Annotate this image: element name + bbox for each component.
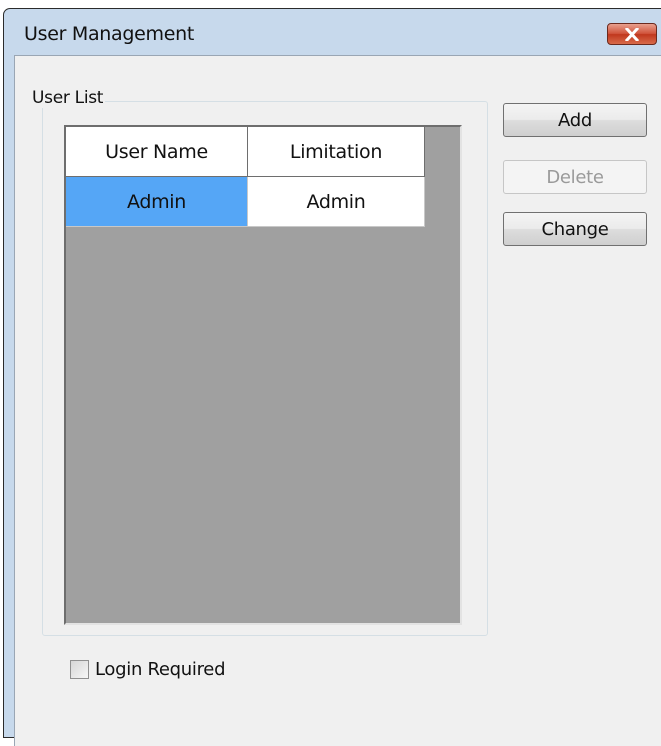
delete-button[interactable]: Delete [503,160,647,194]
title-bar[interactable]: User Management [4,9,661,55]
user-list-group-label: User List [30,88,106,108]
cell-user-name[interactable]: Admin [66,177,248,227]
login-required-checkbox[interactable] [70,660,89,679]
column-header-limitation[interactable]: Limitation [248,127,425,177]
login-required-option[interactable]: Login Required [70,659,226,680]
dialog-client-area: User List User Name Limitation Admin Adm… [14,55,661,746]
user-management-window: User Management User List User Name Limi… [3,8,661,746]
close-button[interactable] [607,23,657,45]
table-row[interactable]: Admin Admin [66,177,425,227]
user-list-grid[interactable]: User Name Limitation Admin Admin [64,125,462,625]
column-header-user-name[interactable]: User Name [66,127,248,177]
window-title: User Management [24,23,195,45]
add-button[interactable]: Add [503,103,647,137]
close-x-icon [625,27,639,41]
change-button[interactable]: Change [503,212,647,246]
cell-limitation[interactable]: Admin [248,177,425,227]
login-required-label[interactable]: Login Required [95,659,226,680]
grid-header-row: User Name Limitation [66,127,425,177]
